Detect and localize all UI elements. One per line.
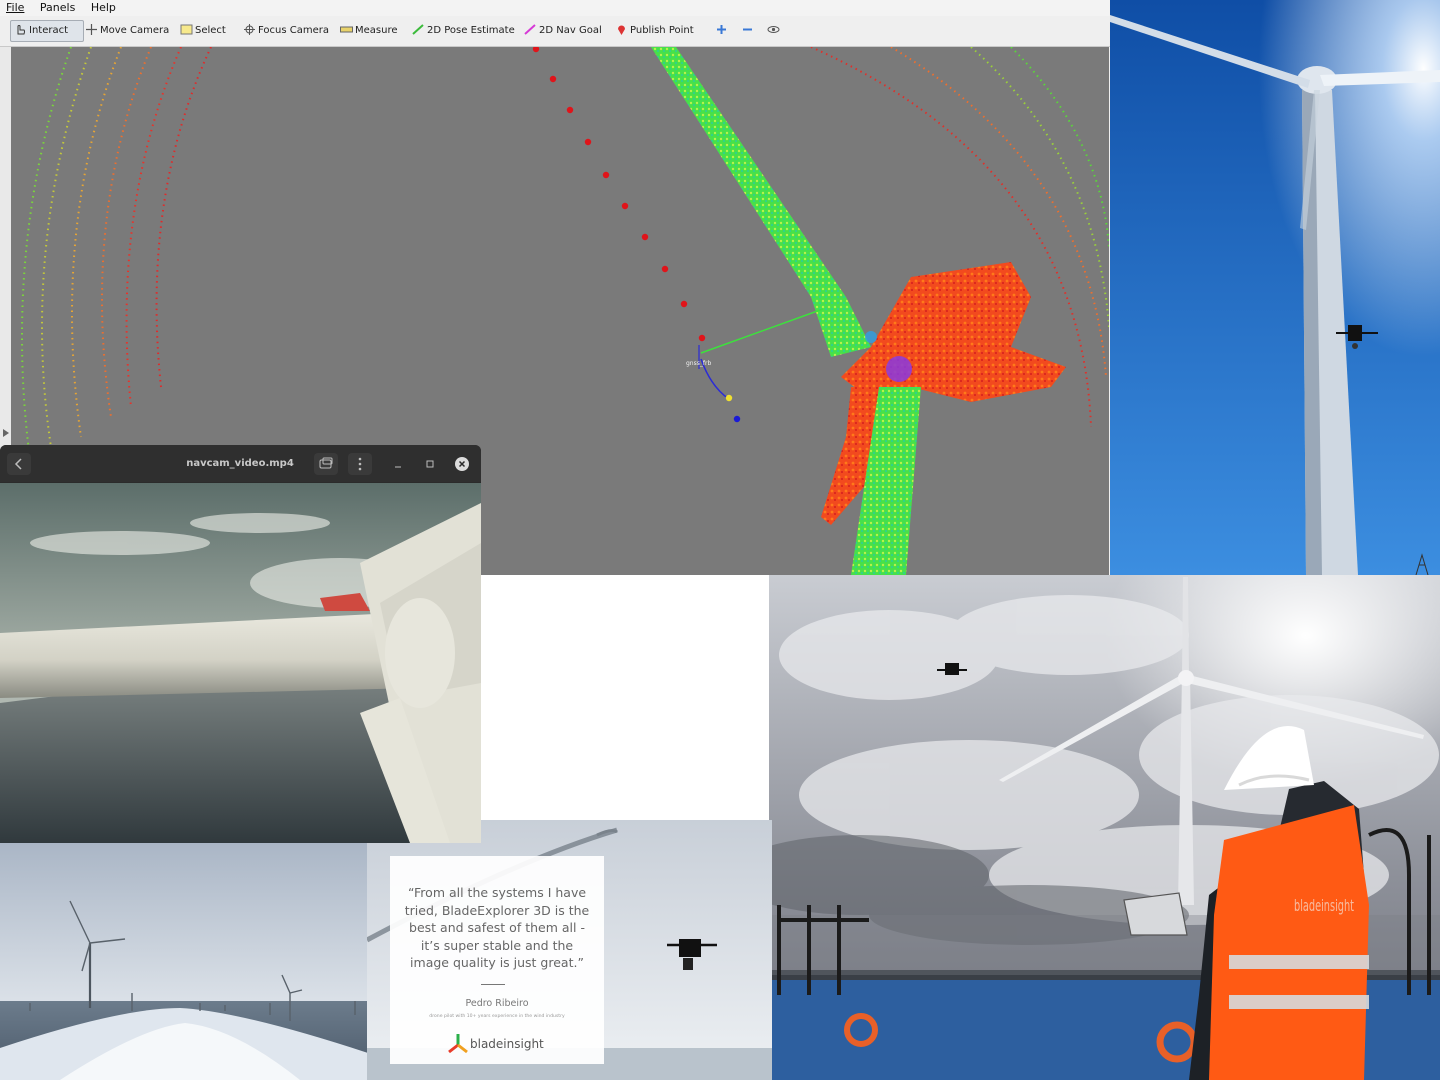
menu-bar: File Panels Help bbox=[0, 0, 1110, 16]
player-title: navcam_video.mp4 bbox=[186, 458, 294, 469]
remove-tool-button[interactable] bbox=[738, 21, 759, 41]
close-icon bbox=[455, 457, 469, 471]
tool-bar: Interact Move Camera Select Focus Camera… bbox=[0, 17, 1110, 47]
move-camera-tool-button[interactable]: Move Camera bbox=[82, 21, 172, 41]
vest-logo-text: bladeinsight bbox=[1294, 896, 1354, 915]
video-player-window: navcam_video.mp4 bbox=[0, 445, 481, 843]
expand-arrow-icon bbox=[3, 429, 9, 437]
nav-goal-tool-button[interactable]: 2D Nav Goal bbox=[521, 21, 605, 41]
quote-author: Pedro Ribeiro bbox=[465, 998, 529, 1009]
pose-estimate-label: 2D Pose Estimate bbox=[427, 25, 515, 36]
pose-estimate-tool-button[interactable]: 2D Pose Estimate bbox=[409, 21, 518, 41]
chevron-left-icon bbox=[14, 458, 22, 470]
brand-logo: bladeinsight bbox=[446, 1034, 566, 1056]
minimize-button[interactable] bbox=[386, 453, 410, 475]
publish-point-tool-button[interactable]: Publish Point bbox=[612, 21, 697, 41]
map-pin-icon bbox=[618, 25, 625, 35]
select-tool-button[interactable]: Select bbox=[177, 21, 229, 41]
quote-author-role: drone pilot with 10+ years experience in… bbox=[429, 1014, 565, 1019]
divider bbox=[481, 984, 505, 985]
drone-at-tower-photo bbox=[1110, 0, 1440, 575]
kebab-menu-icon bbox=[358, 457, 362, 471]
quote-panel: “From all the systems I have tried, Blad… bbox=[390, 856, 604, 1064]
frame-label: gnss_frb bbox=[686, 360, 711, 367]
wind-farm-wake-photo bbox=[0, 843, 368, 1080]
select-box-icon bbox=[180, 24, 193, 35]
minimize-icon bbox=[395, 466, 401, 468]
menu-help[interactable]: Help bbox=[85, 0, 122, 14]
close-button[interactable] bbox=[450, 453, 474, 475]
quote-text: “From all the systems I have tried, Blad… bbox=[404, 885, 590, 970]
eye-icon bbox=[767, 26, 780, 33]
maximize-button[interactable] bbox=[418, 453, 442, 475]
back-button[interactable] bbox=[7, 453, 31, 475]
focus-camera-label: Focus Camera bbox=[258, 25, 329, 36]
select-label: Select bbox=[195, 25, 226, 36]
add-tool-button[interactable] bbox=[712, 21, 733, 41]
interact-tool-button[interactable]: Interact bbox=[10, 20, 84, 42]
interact-label: Interact bbox=[29, 25, 69, 36]
minus-icon bbox=[743, 28, 752, 31]
pilot-on-boat-photo: bladeinsight bbox=[769, 575, 1440, 1080]
plus-icon bbox=[717, 25, 726, 34]
magenta-arrow-icon bbox=[524, 24, 536, 35]
bladeinsight-logo-icon bbox=[448, 1034, 468, 1054]
focus-camera-tool-button[interactable]: Focus Camera bbox=[240, 21, 332, 41]
picture-in-picture-button[interactable] bbox=[314, 453, 338, 475]
crosshair-icon bbox=[244, 24, 255, 35]
measure-label: Measure bbox=[355, 25, 398, 36]
nav-goal-label: 2D Nav Goal bbox=[539, 25, 602, 36]
move-camera-label: Move Camera bbox=[100, 25, 170, 36]
hand-pointer-icon bbox=[17, 25, 25, 35]
brand-name: bladeinsight bbox=[470, 1037, 544, 1051]
green-arrow-icon bbox=[412, 24, 424, 35]
pip-icon bbox=[319, 457, 333, 469]
move-arrows-icon bbox=[86, 24, 97, 35]
ruler-icon bbox=[340, 26, 353, 33]
publish-point-label: Publish Point bbox=[630, 25, 694, 36]
testimonial-card: “From all the systems I have tried, Blad… bbox=[367, 820, 772, 1080]
menu-panels[interactable]: Panels bbox=[34, 0, 81, 14]
menu-file[interactable]: File bbox=[0, 0, 30, 14]
measure-tool-button[interactable]: Measure bbox=[337, 21, 401, 41]
tool-properties-button[interactable] bbox=[764, 21, 785, 41]
player-title-bar: navcam_video.mp4 bbox=[0, 445, 481, 482]
video-frame[interactable] bbox=[0, 483, 481, 843]
maximize-icon bbox=[426, 460, 434, 468]
menu-button[interactable] bbox=[348, 453, 372, 475]
